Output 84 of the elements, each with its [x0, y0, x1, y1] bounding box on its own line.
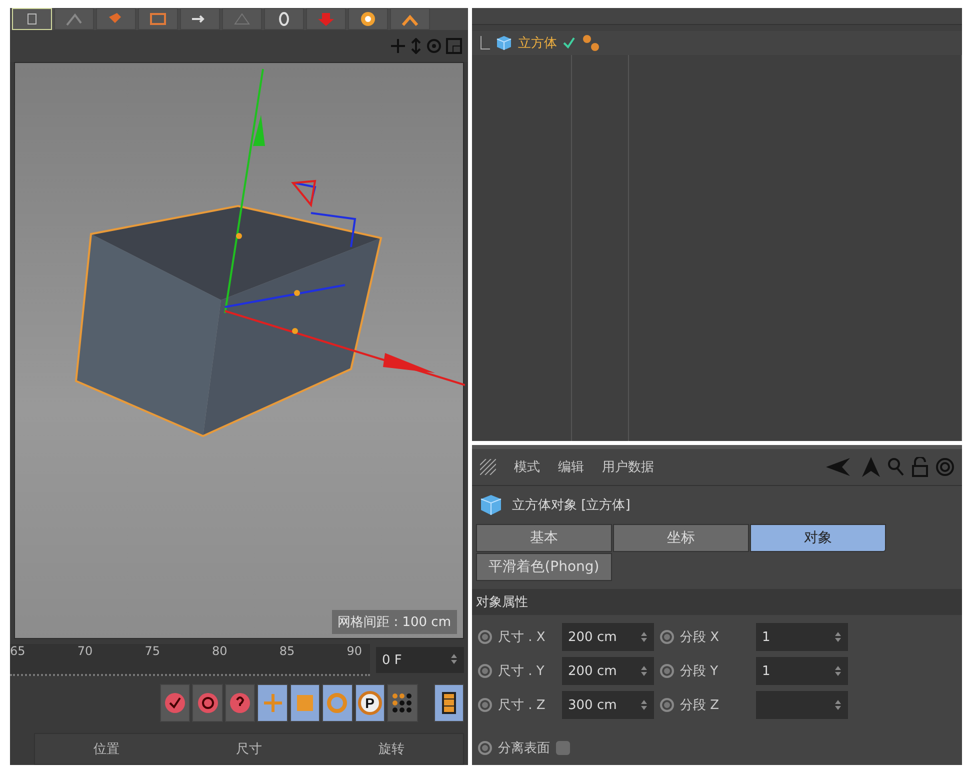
checkmark-icon [563, 37, 575, 49]
animation-tool-button[interactable] [434, 684, 464, 722]
lock-icon [912, 457, 928, 477]
tool-button[interactable] [390, 8, 430, 30]
move-icon [390, 38, 406, 54]
field-label: 尺寸 . X [498, 629, 546, 646]
key-record-icon [163, 691, 188, 715]
tick-label: 70 [77, 644, 93, 658]
tool-button[interactable] [348, 8, 388, 30]
animation-tool-button[interactable] [322, 684, 353, 722]
keyframe-toggle[interactable] [660, 664, 674, 678]
number-field[interactable] [756, 691, 848, 719]
tool-button[interactable] [180, 8, 220, 30]
spinner-icon [834, 699, 842, 711]
menu-item[interactable]: 模式 [514, 458, 540, 476]
tick-label: 65 [10, 644, 26, 658]
spinner-icon [640, 699, 648, 711]
animation-tool-button[interactable] [192, 684, 223, 722]
window-icon [446, 38, 462, 54]
animation-tool-button[interactable] [160, 684, 190, 722]
object-row[interactable]: 立方体 [472, 31, 962, 55]
keyframe-toggle[interactable] [478, 741, 492, 755]
pen-icon [65, 11, 83, 27]
keyframe-toggle[interactable] [660, 698, 674, 712]
spinner-icon [450, 652, 458, 664]
checkbox[interactable] [556, 741, 570, 755]
spinner-icon [640, 665, 648, 677]
auto-key-icon [196, 691, 220, 715]
object-title: 立方体对象 [立方体] [512, 497, 630, 514]
arrow-updown-icon [410, 38, 422, 54]
animation-tool-button[interactable] [224, 684, 256, 722]
viewport[interactable]: 网格间距 : 100 cm [14, 62, 464, 639]
spinner-icon [640, 631, 648, 643]
timeline-ruler[interactable]: 65 70 75 80 85 90 [10, 644, 370, 676]
animation-tool-button[interactable] [257, 684, 288, 722]
dot-grid-icon [390, 691, 414, 715]
field-label: 分段 X [680, 629, 720, 646]
spinner-icon [834, 631, 842, 643]
tick-label: 90 [346, 644, 362, 658]
keyframe-toggle[interactable] [478, 664, 492, 678]
tab[interactable]: 基本 [476, 524, 612, 552]
keyframe-toggle[interactable] [478, 698, 492, 712]
field-label: 分段 Z [680, 697, 720, 714]
field-label: 尺寸 . Z [498, 697, 546, 714]
number-field[interactable]: 1 [756, 623, 848, 651]
animation-tool-button[interactable] [290, 684, 320, 722]
number-field[interactable]: 300 cm [562, 691, 654, 719]
tab[interactable]: 平滑着色(Phong) [476, 553, 612, 581]
keyframe-toggle[interactable] [660, 630, 674, 644]
tab[interactable]: 坐标 [613, 524, 749, 552]
section-heading: 对象属性 [472, 589, 962, 615]
animation-tool-button[interactable] [387, 684, 418, 722]
column-heading: 旋转 [378, 741, 406, 758]
column-heading: 尺寸 [235, 741, 263, 758]
field-label: 分段 Y [680, 663, 720, 680]
field-label: 尺寸 . Y [498, 663, 546, 680]
target-icon [936, 458, 954, 476]
frame-field[interactable]: 0 F [376, 647, 464, 673]
tick-label: 75 [144, 644, 160, 658]
tab[interactable]: 对象 [750, 524, 886, 552]
menu-item[interactable]: 编辑 [558, 458, 584, 476]
tick-label: 85 [279, 644, 295, 658]
search-icon [888, 458, 904, 476]
object-name: 立方体 [518, 35, 557, 52]
frame-icon [149, 11, 167, 27]
tag-dots-icon [581, 34, 601, 52]
checkbox-label: 分离表面 [498, 740, 550, 757]
menu-item[interactable]: 用户数据 [602, 458, 654, 476]
tool-button[interactable] [264, 8, 304, 30]
arrow-down-icon [317, 11, 335, 27]
tick-label: 80 [212, 644, 228, 658]
grip-icon [480, 459, 496, 475]
arrow-up-icon [862, 457, 880, 477]
keyframe-toggle[interactable] [478, 630, 492, 644]
tree-branch-icon [480, 36, 490, 50]
key-help-icon [228, 691, 252, 715]
column-heading: 位置 [92, 741, 120, 758]
number-field[interactable]: 200 cm [562, 623, 654, 651]
grid-spacing-label: 网格间距 : 100 cm [332, 610, 457, 634]
number-field[interactable]: 1 [756, 657, 848, 685]
number-field[interactable]: 200 cm [562, 657, 654, 685]
spinner-icon [834, 665, 842, 677]
triangle-icon [233, 11, 251, 27]
animation-tool-button[interactable]: P [354, 684, 386, 722]
